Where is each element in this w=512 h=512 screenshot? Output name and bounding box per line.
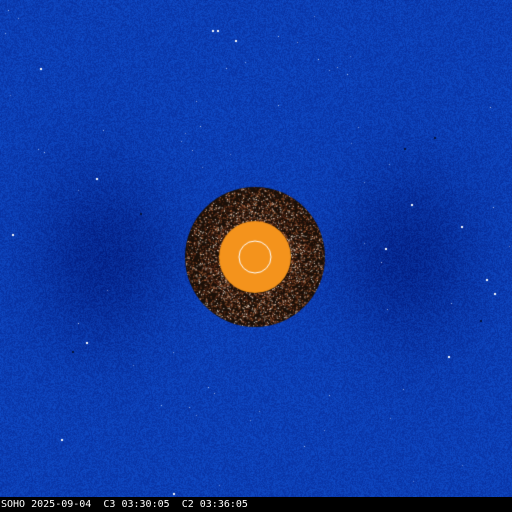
c2-label: C2	[181, 499, 194, 510]
caption-bar: SOHO 2025-09-04 C3 03:30:05 C2 03:36:05	[0, 497, 512, 512]
coronagraph-frame: SOHO 2025-09-04 C3 03:30:05 C2 03:36:05	[0, 0, 512, 512]
coronagraph-image	[0, 0, 512, 497]
observatory-label: SOHO	[1, 499, 26, 510]
c2-time: 03:36:05	[199, 499, 248, 510]
observation-date: 2025-09-04	[31, 499, 92, 510]
c3-label: C3	[103, 499, 116, 510]
c3-time: 03:30:05	[121, 499, 170, 510]
